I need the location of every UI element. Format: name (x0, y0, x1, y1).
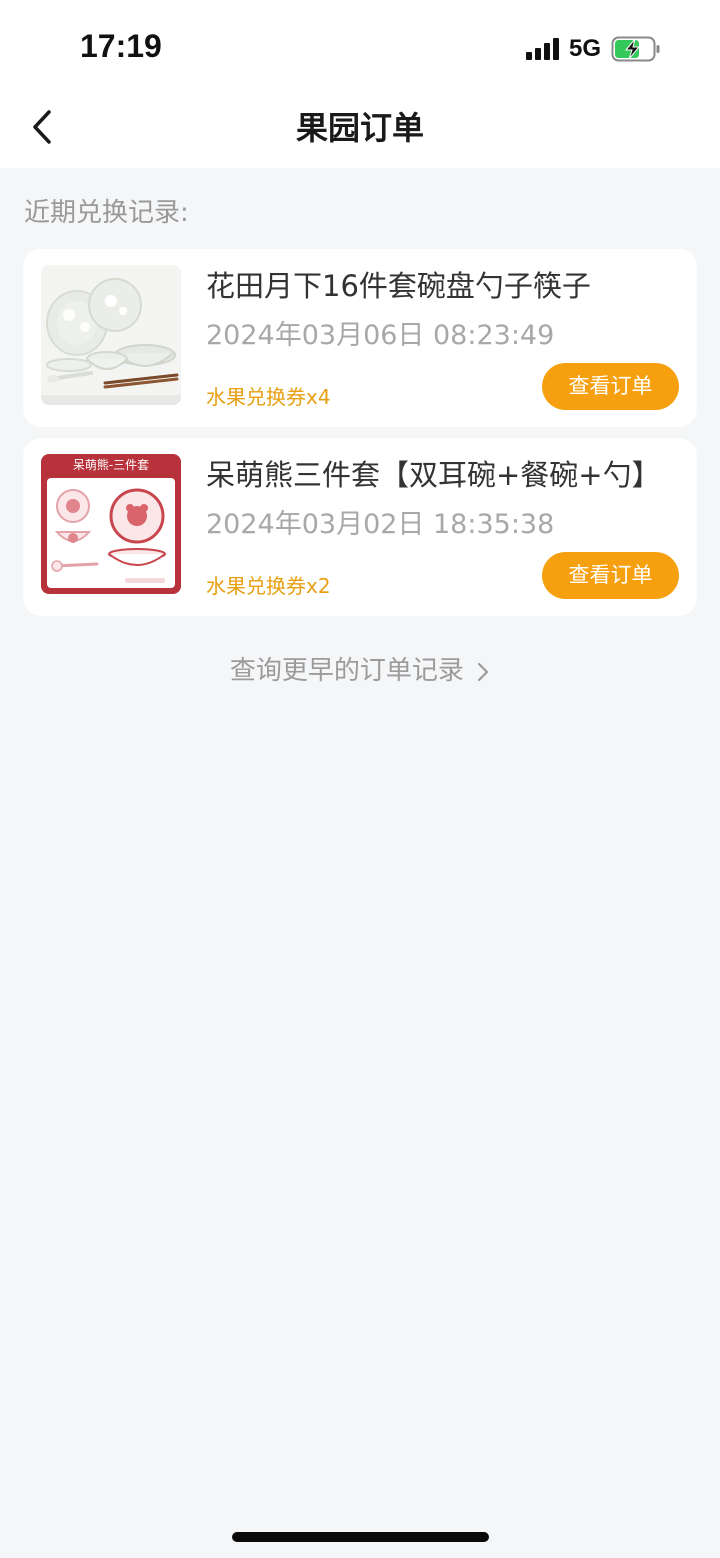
view-order-button[interactable]: 查看订单 (542, 363, 679, 410)
page-title: 果园订单 (295, 109, 424, 147)
section-label: 近期兑换记录: (24, 198, 189, 228)
order-cost: 水果兑换券x4 (206, 385, 331, 409)
view-order-button[interactable]: 查看订单 (542, 552, 679, 599)
home-indicator (232, 1532, 489, 1542)
network-type: 5G (569, 35, 602, 62)
battery-charging-icon (611, 36, 660, 62)
image-banner-text: 呆萌熊-三件套 (72, 458, 150, 472)
order-card: 花田月下16件套碗盘勺子筷子 2024年03月06日 08:23:49 水果兑换… (23, 249, 697, 427)
order-title: 呆萌熊三件套【双耳碗+餐碗+勺】 (206, 458, 661, 492)
earlier-orders-label: 查询更早的订单记录 (229, 656, 464, 686)
chevron-left-icon (33, 110, 51, 144)
header: 17:19 5G 果园订单 (0, 0, 720, 168)
order-time: 2024年03月06日 08:23:49 (206, 320, 555, 351)
product-image[interactable]: 呆萌熊-三件套 (41, 454, 181, 594)
order-card: 呆萌熊-三件套 呆萌熊三件套【双耳碗+餐碗+勺】 2024年03月02日 18:… (23, 438, 697, 616)
chevron-right-icon (478, 662, 489, 681)
floral-tableware-image (41, 265, 181, 405)
order-title: 花田月下16件套碗盘勺子筷子 (206, 269, 591, 303)
signal-icon (526, 38, 559, 60)
order-time: 2024年03月02日 18:35:38 (206, 509, 555, 540)
bear-bowl-image (41, 454, 181, 594)
product-image[interactable] (41, 265, 181, 405)
status-time: 17:19 (80, 28, 162, 64)
order-cost: 水果兑换券x2 (206, 574, 331, 598)
back-button[interactable] (22, 104, 62, 150)
status-icons: 5G (526, 34, 661, 64)
earlier-orders-link[interactable]: 查询更早的订单记录 (0, 650, 720, 687)
